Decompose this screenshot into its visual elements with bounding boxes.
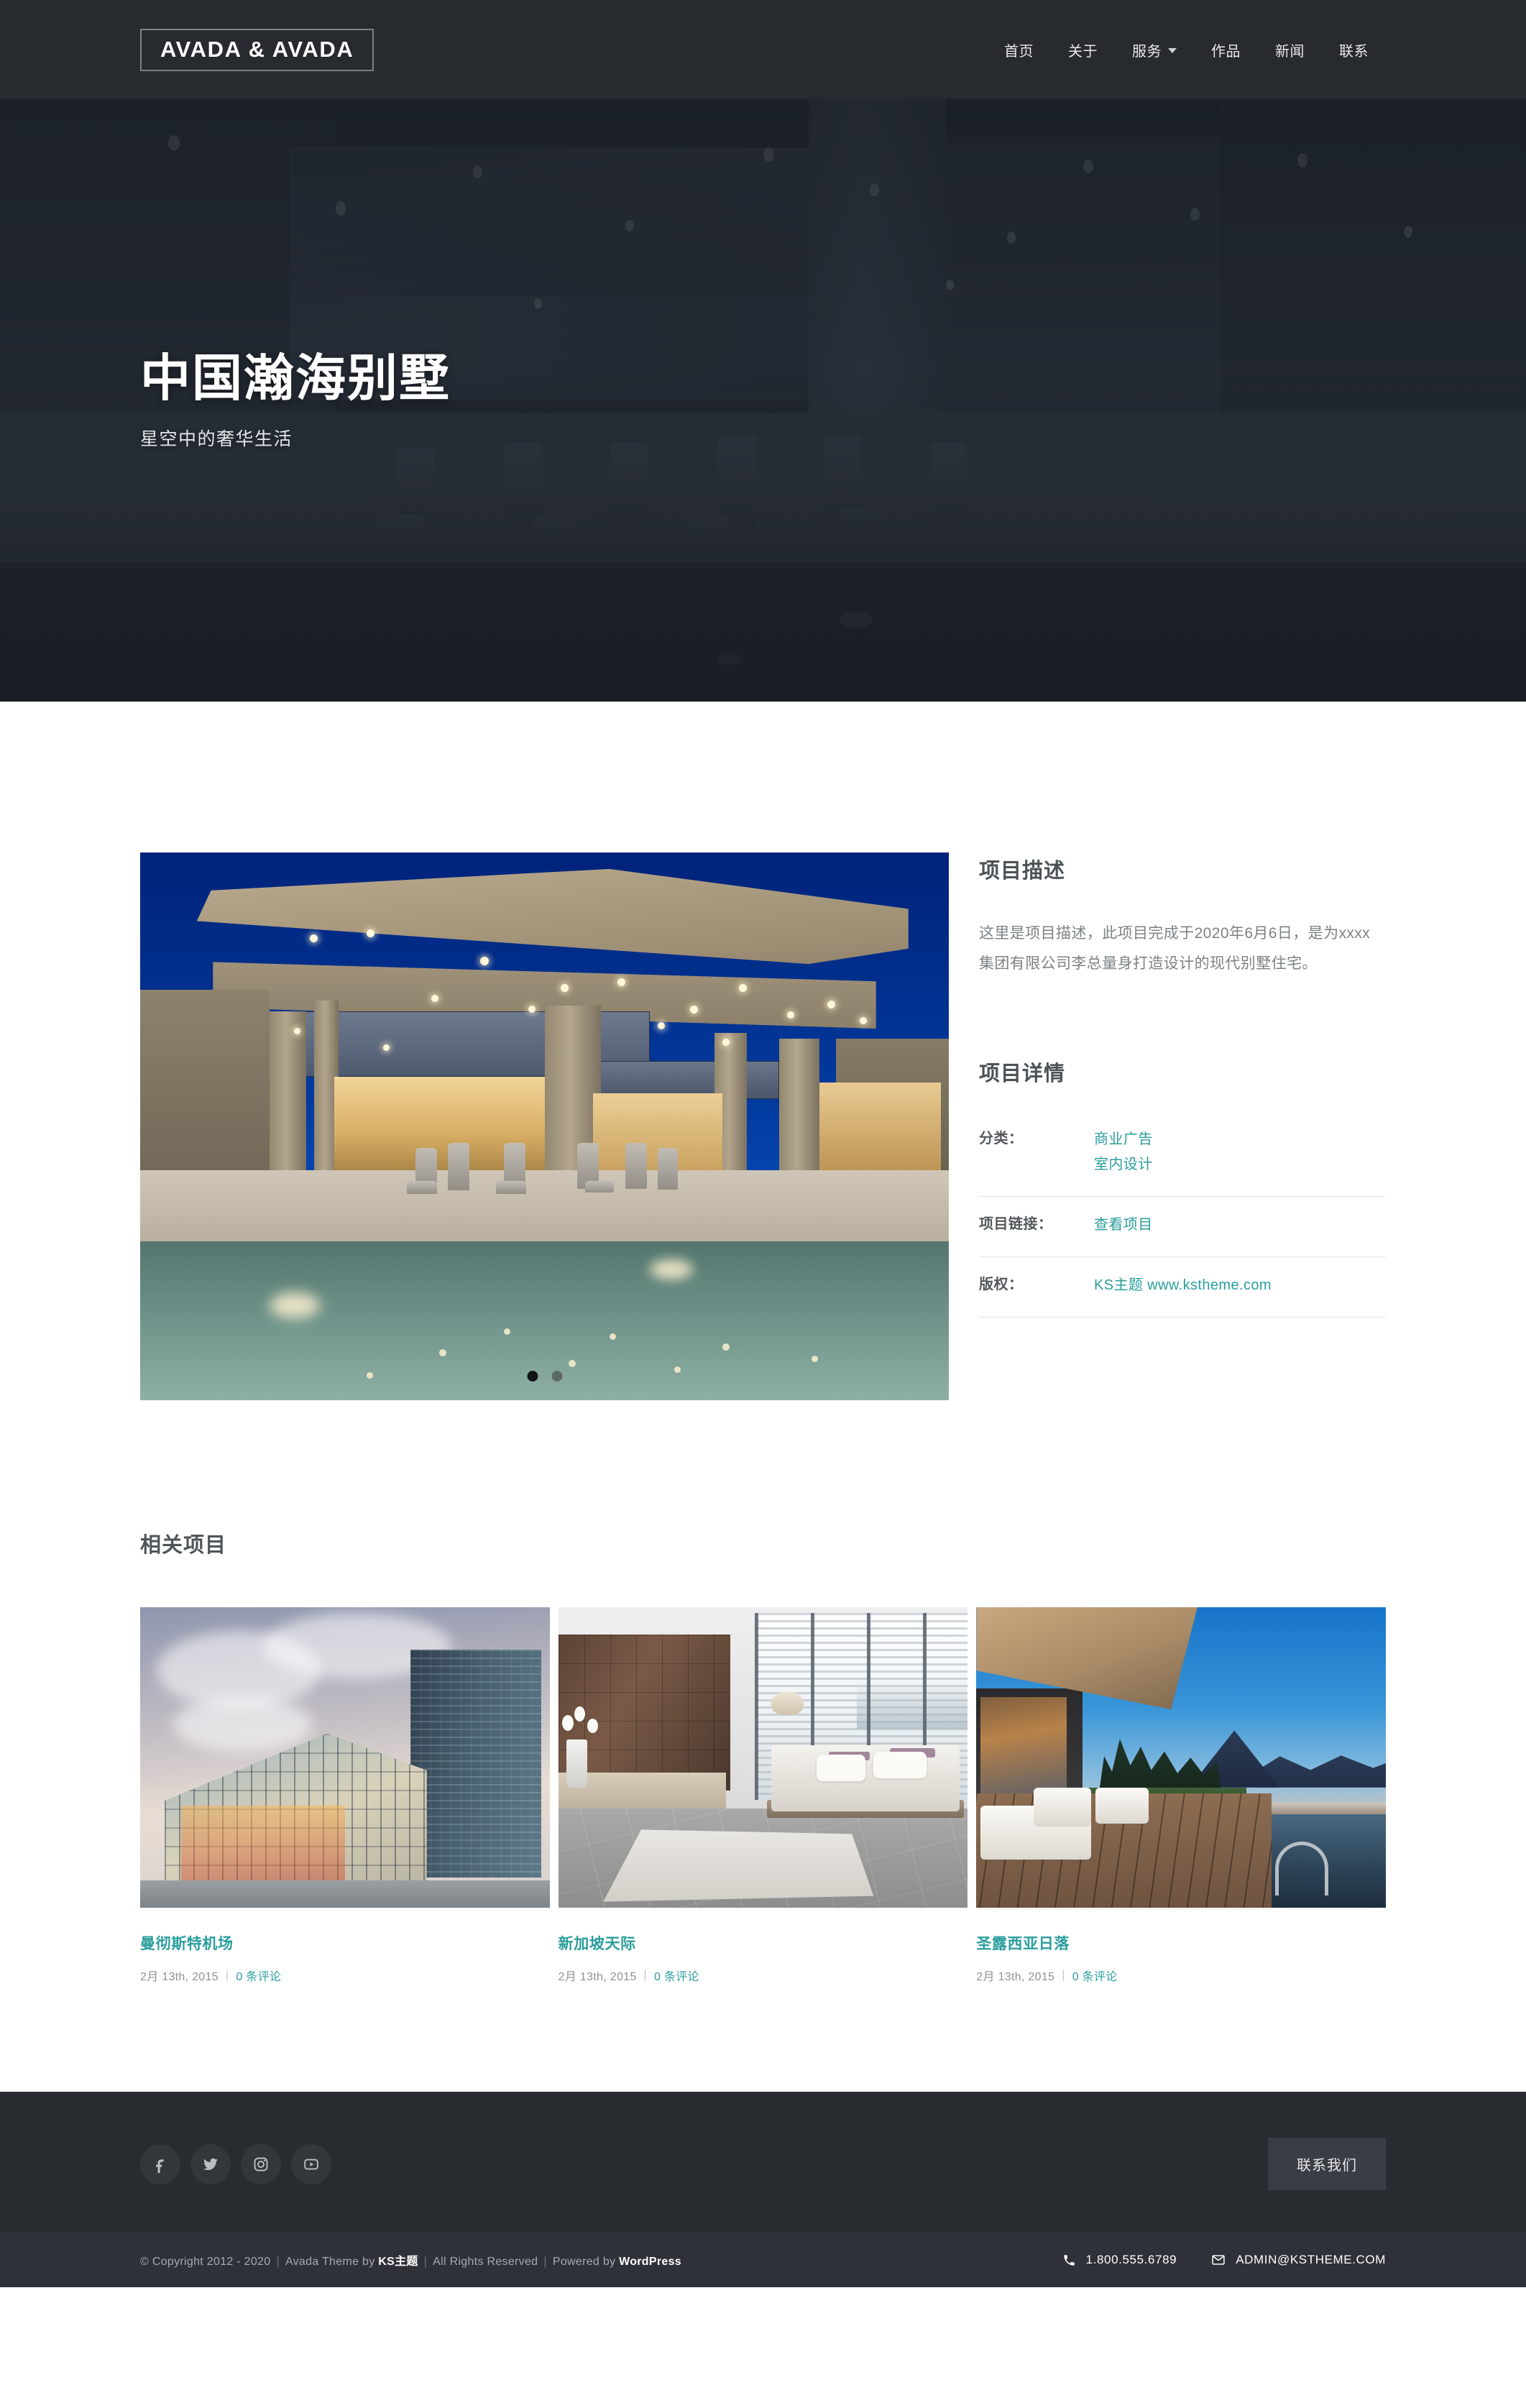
related-project-date: 2月 13th, 2015: [140, 1971, 219, 1983]
related-project-card[interactable]: 曼彻斯特机场 2月 13th, 2015 | 0 条评论: [140, 1607, 550, 1984]
related-projects-grid: 曼彻斯特机场 2月 13th, 2015 | 0 条评论 新加坡天际 2月 13…: [140, 1607, 1387, 1984]
related-project-comments[interactable]: 0 条评论: [654, 1967, 699, 1984]
logo-text: AVADA & AVADA: [160, 36, 354, 62]
related-projects-heading: 相关项目: [140, 1534, 227, 1557]
nav-label: 关于: [1068, 43, 1098, 60]
facebook-icon[interactable]: [140, 2143, 180, 2184]
related-project-title[interactable]: 圣露西亚日落: [976, 1932, 1386, 1954]
site-footer: 联系我们: [0, 2092, 1526, 2232]
meta-row-project-link: 项目链接： 查看项目: [979, 1197, 1386, 1257]
meta-key: 版权：: [979, 1277, 1024, 1292]
main-content: 项目描述 这里是项目描述，此项目完成于2020年6月6日，是为xxxx集团有限公…: [0, 702, 1526, 2092]
main-navigation: 首页 关于 服务 作品 新闻 联系: [987, 40, 1386, 60]
hero-content: 中国瀚海别墅 星空中的奢华生活: [140, 99, 451, 702]
meta-row-category: 分类： 商业广告 室内设计: [979, 1127, 1386, 1197]
site-logo[interactable]: AVADA & AVADA: [140, 28, 374, 71]
meta-separator: |: [1062, 1969, 1065, 1981]
nav-item-contact[interactable]: 联系: [1322, 40, 1386, 60]
nav-label: 新闻: [1275, 43, 1305, 60]
nav-item-home[interactable]: 首页: [987, 40, 1051, 60]
hero-subtitle: 星空中的奢华生活: [140, 428, 293, 449]
nav-item-portfolio[interactable]: 作品: [1194, 40, 1258, 60]
project-details-panel: 项目描述 这里是项目描述，此项目完成于2020年6月6日，是为xxxx集团有限公…: [949, 853, 1386, 1400]
related-project-meta: 2月 13th, 2015 | 0 条评论: [140, 1967, 550, 1984]
copyright-link[interactable]: KS主题 www.kstheme.com: [1094, 1273, 1272, 1298]
nav-item-news[interactable]: 新闻: [1258, 40, 1322, 60]
twitter-icon[interactable]: [190, 2143, 231, 2184]
theme-by-label: Avada Theme by: [285, 2256, 375, 2268]
project-description-body: 这里是项目描述，此项目完成于2020年6月6日，是为xxxx集团有限公司李总量身…: [979, 925, 1371, 972]
wordpress-link[interactable]: WordPress: [619, 2256, 681, 2268]
related-project-meta: 2月 13th, 2015 | 0 条评论: [976, 1967, 1386, 1984]
copyright-years: © Copyright 2012 - 2020: [140, 2256, 271, 2268]
related-project-comments[interactable]: 0 条评论: [1072, 1967, 1118, 1984]
copyright-text: © Copyright 2012 - 2020 | Avada Theme by K…: [140, 2256, 681, 2268]
nav-label: 服务: [1132, 43, 1162, 60]
nav-item-services[interactable]: 服务: [1115, 40, 1194, 60]
envelope-icon: [1212, 2255, 1225, 2265]
related-project-date: 2月 13th, 2015: [976, 1971, 1055, 1983]
project-details-heading: 项目详情: [979, 1062, 1066, 1085]
nav-label: 作品: [1211, 43, 1241, 60]
page-title: 中国瀚海别墅: [140, 349, 451, 406]
meta-key: 分类：: [979, 1131, 1024, 1146]
contact-us-button[interactable]: 联系我们: [1268, 2138, 1386, 2190]
phone-icon: [1064, 2254, 1075, 2266]
related-project-thumbnail[interactable]: [140, 1607, 550, 1908]
related-project-thumbnail[interactable]: [558, 1607, 968, 1908]
meta-row-copyright: 版权： KS主题 www.kstheme.com: [979, 1257, 1386, 1318]
meta-separator: |: [225, 1969, 229, 1981]
social-links: [140, 2143, 331, 2184]
youtube-icon[interactable]: [291, 2143, 331, 2184]
instagram-icon[interactable]: [241, 2143, 281, 2184]
meta-key: 项目链接：: [979, 1216, 1053, 1232]
project-meta-table: 分类： 商业广告 室内设计 项目链接： 查看项目 版权： KS主题 www.ks…: [979, 1127, 1386, 1318]
powered-by-label: Powered by: [552, 2256, 616, 2268]
related-project-comments[interactable]: 0 条评论: [236, 1967, 281, 1984]
related-project-date: 2月 13th, 2015: [558, 1971, 637, 1983]
related-project-title[interactable]: 曼彻斯特机场: [140, 1932, 550, 1954]
project-section: 项目描述 这里是项目描述，此项目完成于2020年6月6日，是为xxxx集团有限公…: [140, 702, 1386, 1400]
nav-label: 联系: [1339, 43, 1369, 60]
rights-label: All Rights Reserved: [433, 2256, 538, 2268]
meta-value: KS主题 www.kstheme.com: [1094, 1273, 1272, 1298]
footer-contact-info: 1.800.555.6789 ADMIN@KSTHEME.COM: [1062, 2253, 1386, 2267]
meta-separator: |: [643, 1969, 648, 1981]
gallery-dot-1[interactable]: [527, 1371, 538, 1382]
meta-value: 商业广告 室内设计: [1094, 1127, 1153, 1177]
meta-value: 查看项目: [1094, 1213, 1153, 1238]
related-project-meta: 2月 13th, 2015 | 0 条评论: [559, 1967, 968, 1984]
project-description-heading: 项目描述: [979, 860, 1066, 883]
view-project-link[interactable]: 查看项目: [1094, 1213, 1153, 1238]
related-project-thumbnail[interactable]: [976, 1607, 1387, 1908]
related-projects-section: 相关项目 曼彻斯特机场 2月 13th, 2015 | 0 条评论 新加坡天际 …: [140, 1400, 1387, 2092]
related-project-card[interactable]: 圣露西亚日落 2月 13th, 2015 | 0 条评论: [976, 1607, 1387, 1984]
project-gallery[interactable]: [140, 853, 949, 1400]
footer-phone[interactable]: 1.800.555.6789: [1062, 2253, 1177, 2267]
hero-banner: 中国瀚海别墅 星空中的奢华生活: [0, 99, 1526, 702]
theme-author-link[interactable]: KS主题: [378, 2256, 418, 2268]
related-project-card[interactable]: 新加坡天际 2月 13th, 2015 | 0 条评论: [558, 1607, 968, 1984]
gallery-pagination: [527, 1371, 562, 1382]
phone-number: 1.800.555.6789: [1085, 2253, 1177, 2266]
page-root: AVADA & AVADA 首页 关于 服务 作品 新闻 联系 中国瀚海别墅 星…: [0, 0, 1526, 2287]
email-address: ADMIN@KSTHEME.COM: [1236, 2253, 1386, 2266]
footer-email[interactable]: ADMIN@KSTHEME.COM: [1211, 2253, 1386, 2267]
copyright-bar: © Copyright 2012 - 2020 | Avada Theme by K…: [0, 2232, 1526, 2287]
chevron-down-icon: [1168, 48, 1177, 53]
nav-item-about[interactable]: 关于: [1051, 40, 1115, 60]
site-header: AVADA & AVADA 首页 关于 服务 作品 新闻 联系: [0, 0, 1526, 99]
category-link-interior[interactable]: 室内设计: [1094, 1152, 1153, 1177]
related-project-title[interactable]: 新加坡天际: [559, 1932, 968, 1954]
nav-label: 首页: [1004, 43, 1034, 60]
category-link-commercial[interactable]: 商业广告: [1094, 1127, 1153, 1152]
gallery-dot-2[interactable]: [551, 1371, 562, 1382]
